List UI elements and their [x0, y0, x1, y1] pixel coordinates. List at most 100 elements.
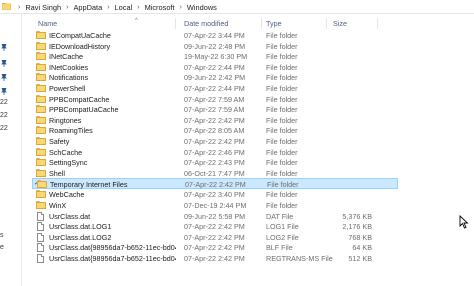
file-type: File folder: [266, 126, 298, 136]
date-modified: 07-Apr-22 3:44 PM: [184, 31, 245, 40]
column-name[interactable]: Name: [38, 19, 57, 28]
breadcrumb-microsoft[interactable]: Microsoft: [144, 3, 176, 12]
folder-icon: [36, 168, 46, 177]
file-name: WebCache: [49, 190, 85, 200]
file-size: 768 KB: [348, 232, 372, 242]
file-type: File folder: [266, 83, 298, 93]
folder-icon: [36, 115, 46, 124]
table-row[interactable]: UsrClass.dat.LOG2 07-Apr-22 2:42 PM LOG2 F…: [24, 232, 408, 243]
breadcrumb-windows[interactable]: Windows: [186, 3, 218, 12]
pin-icon[interactable]: [1, 88, 7, 95]
file-name: UsrClass.dat.LOG2: [49, 232, 112, 242]
empty-pane: [412, 14, 474, 286]
table-row[interactable]: SettingSync 07-Apr-22 2:43 PM File folder: [24, 157, 408, 168]
folder-icon: [36, 83, 46, 92]
table-row[interactable]: UsrClass.dat{98956da7-b652-11ec-bd04-...…: [24, 242, 408, 253]
column-type[interactable]: Type: [266, 19, 282, 28]
table-row[interactable]: RoamingTiles 07-Apr-22 8:05 AM File folder: [24, 125, 408, 136]
file-type: File folder: [266, 147, 298, 157]
pin-icon[interactable]: [1, 74, 7, 81]
table-row[interactable]: IECompatUaCache 07-Apr-22 3:44 PM File fol…: [24, 30, 408, 41]
breadcrumb-local[interactable]: Local: [114, 3, 134, 12]
date-modified: 07-Apr-22 2:42 PM: [184, 115, 245, 125]
column-divider[interactable]: [175, 18, 176, 29]
folder-icon: [36, 126, 46, 135]
file-list[interactable]: IECompatUaCache 07-Apr-22 3:44 PM File fol…: [24, 30, 408, 263]
date-modified: 09-Jun-22 2:48 PM: [184, 41, 246, 51]
nav-item-label[interactable]: 22: [0, 125, 8, 132]
breadcrumb-appdata[interactable]: AppData: [72, 3, 103, 12]
column-size[interactable]: Size: [333, 19, 347, 28]
date-modified: 09-Jun-22 5:58 PM: [184, 211, 246, 221]
file-name: Safety: [49, 136, 70, 146]
chevron-right-icon[interactable]: ›: [133, 4, 143, 11]
file-name: UsrClass.dat.LOG1: [49, 222, 112, 232]
navigation-pane[interactable]: 22 22 22 s e: [0, 14, 22, 286]
file-name: INetCookies: [49, 62, 89, 72]
folder-icon: [36, 200, 46, 209]
file-type: File folder: [266, 136, 298, 146]
pin-icon[interactable]: [1, 60, 7, 67]
pin-icon[interactable]: [1, 44, 7, 51]
file-icon: [36, 232, 46, 242]
nav-item-label[interactable]: 22: [0, 112, 8, 119]
file-type: File folder: [266, 105, 298, 115]
chevron-right-icon[interactable]: ›: [14, 4, 24, 11]
folder-icon: [36, 94, 46, 103]
date-modified: 19-May-22 6:30 PM: [184, 52, 248, 62]
file-size: 2,176 KB: [342, 222, 372, 232]
chevron-right-icon[interactable]: ›: [62, 4, 72, 11]
file-type: File folder: [266, 94, 298, 104]
table-row[interactable]: UsrClass.dat.LOG1 07-Apr-22 2:42 PM LOG1 F…: [24, 221, 408, 232]
date-modified: 07-Apr-22 2:43 PM: [184, 158, 245, 168]
file-type: LOG1 File: [266, 222, 299, 232]
file-name: IEDownloadHistory: [49, 41, 111, 51]
breadcrumb-ravi-singh[interactable]: Ravi Singh: [24, 3, 62, 12]
file-name: PowerShell: [49, 83, 86, 93]
folder-icon: [36, 190, 46, 199]
table-row[interactable]: Safety 07-Apr-22 2:42 PM File folder: [24, 136, 408, 147]
file-size: 512 KB: [348, 253, 372, 263]
table-row[interactable]: WinX 07-Dec-19 2:44 PM File folder: [24, 200, 408, 211]
file-name: UsrClass.dat{98956da7-b652-11ec-bd04-...: [49, 243, 176, 253]
column-divider[interactable]: [326, 18, 327, 29]
file-name: PPBCompatUaCache: [49, 105, 119, 115]
file-type: File folder: [266, 115, 298, 125]
table-row[interactable]: Ringtones 07-Apr-22 2:42 PM File folder: [24, 115, 408, 126]
table-row[interactable]: PPBCompatCache 07-Apr-22 7:59 AM File fold…: [24, 94, 408, 105]
file-icon: [36, 211, 46, 221]
column-divider[interactable]: [261, 18, 262, 29]
nav-item-label[interactable]: 22: [0, 99, 8, 106]
date-modified: 07-Apr-22 2:44 PM: [184, 83, 245, 93]
file-type: LOG2 File: [266, 232, 299, 242]
file-type: File folder: [266, 168, 298, 178]
folder-icon: [36, 73, 46, 82]
table-row[interactable]: UsrClass.dat 09-Jun-22 5:58 PM DAT File 5,3…: [24, 211, 408, 222]
table-row[interactable]: PPBCompatUaCache 07-Apr-22 7:59 AM File fo…: [24, 104, 408, 115]
file-name: RoamingTiles: [49, 126, 93, 136]
sort-up-icon: ^: [135, 18, 138, 24]
date-modified: 07-Apr-22 2:42 PM: [184, 222, 245, 232]
table-row[interactable]: Shell 06-Oct-21 7:47 PM File folder: [24, 168, 408, 179]
table-row-selected[interactable]: ✓Temporary Internet Files07-Apr-22 2:42 …: [32, 178, 398, 190]
chevron-right-icon[interactable]: ›: [103, 4, 113, 11]
table-row[interactable]: IEDownloadHistory 09-Jun-22 2:48 PM File f…: [24, 41, 408, 52]
table-row[interactable]: INetCache 19-May-22 6:30 PM File folder: [24, 51, 408, 62]
table-row[interactable]: SchCache 07-Apr-22 2:46 PM File folder: [24, 147, 408, 158]
column-date-modified[interactable]: Date modified: [184, 19, 228, 28]
table-row[interactable]: WebCache 07-Apr-22 3:40 PM File folder: [24, 189, 408, 200]
chevron-right-icon[interactable]: ›: [176, 4, 186, 11]
column-header: ^ Name Date modified Type Size: [24, 16, 404, 30]
column-divider[interactable]: [377, 18, 378, 29]
table-row[interactable]: INetCookies 07-Apr-22 2:44 PM File folder: [24, 62, 408, 73]
table-row[interactable]: UsrClass.dat{98956da7-b652-11ec-bd04-...…: [24, 253, 408, 264]
folder-icon: [36, 158, 46, 167]
nav-pane-divider[interactable]: [21, 14, 22, 286]
address-bar[interactable]: › Ravi Singh › AppData › Local › Microso…: [0, 0, 474, 14]
table-row[interactable]: Notifications 09-Jun-22 2:42 PM File folde…: [24, 72, 408, 83]
file-name: Temporary Internet Files: [50, 180, 128, 190]
folder-icon: [36, 62, 46, 71]
nav-item-label[interactable]: s: [0, 232, 4, 239]
nav-item-label[interactable]: e: [0, 244, 4, 251]
table-row[interactable]: PowerShell 07-Apr-22 2:44 PM File folder: [24, 83, 408, 94]
